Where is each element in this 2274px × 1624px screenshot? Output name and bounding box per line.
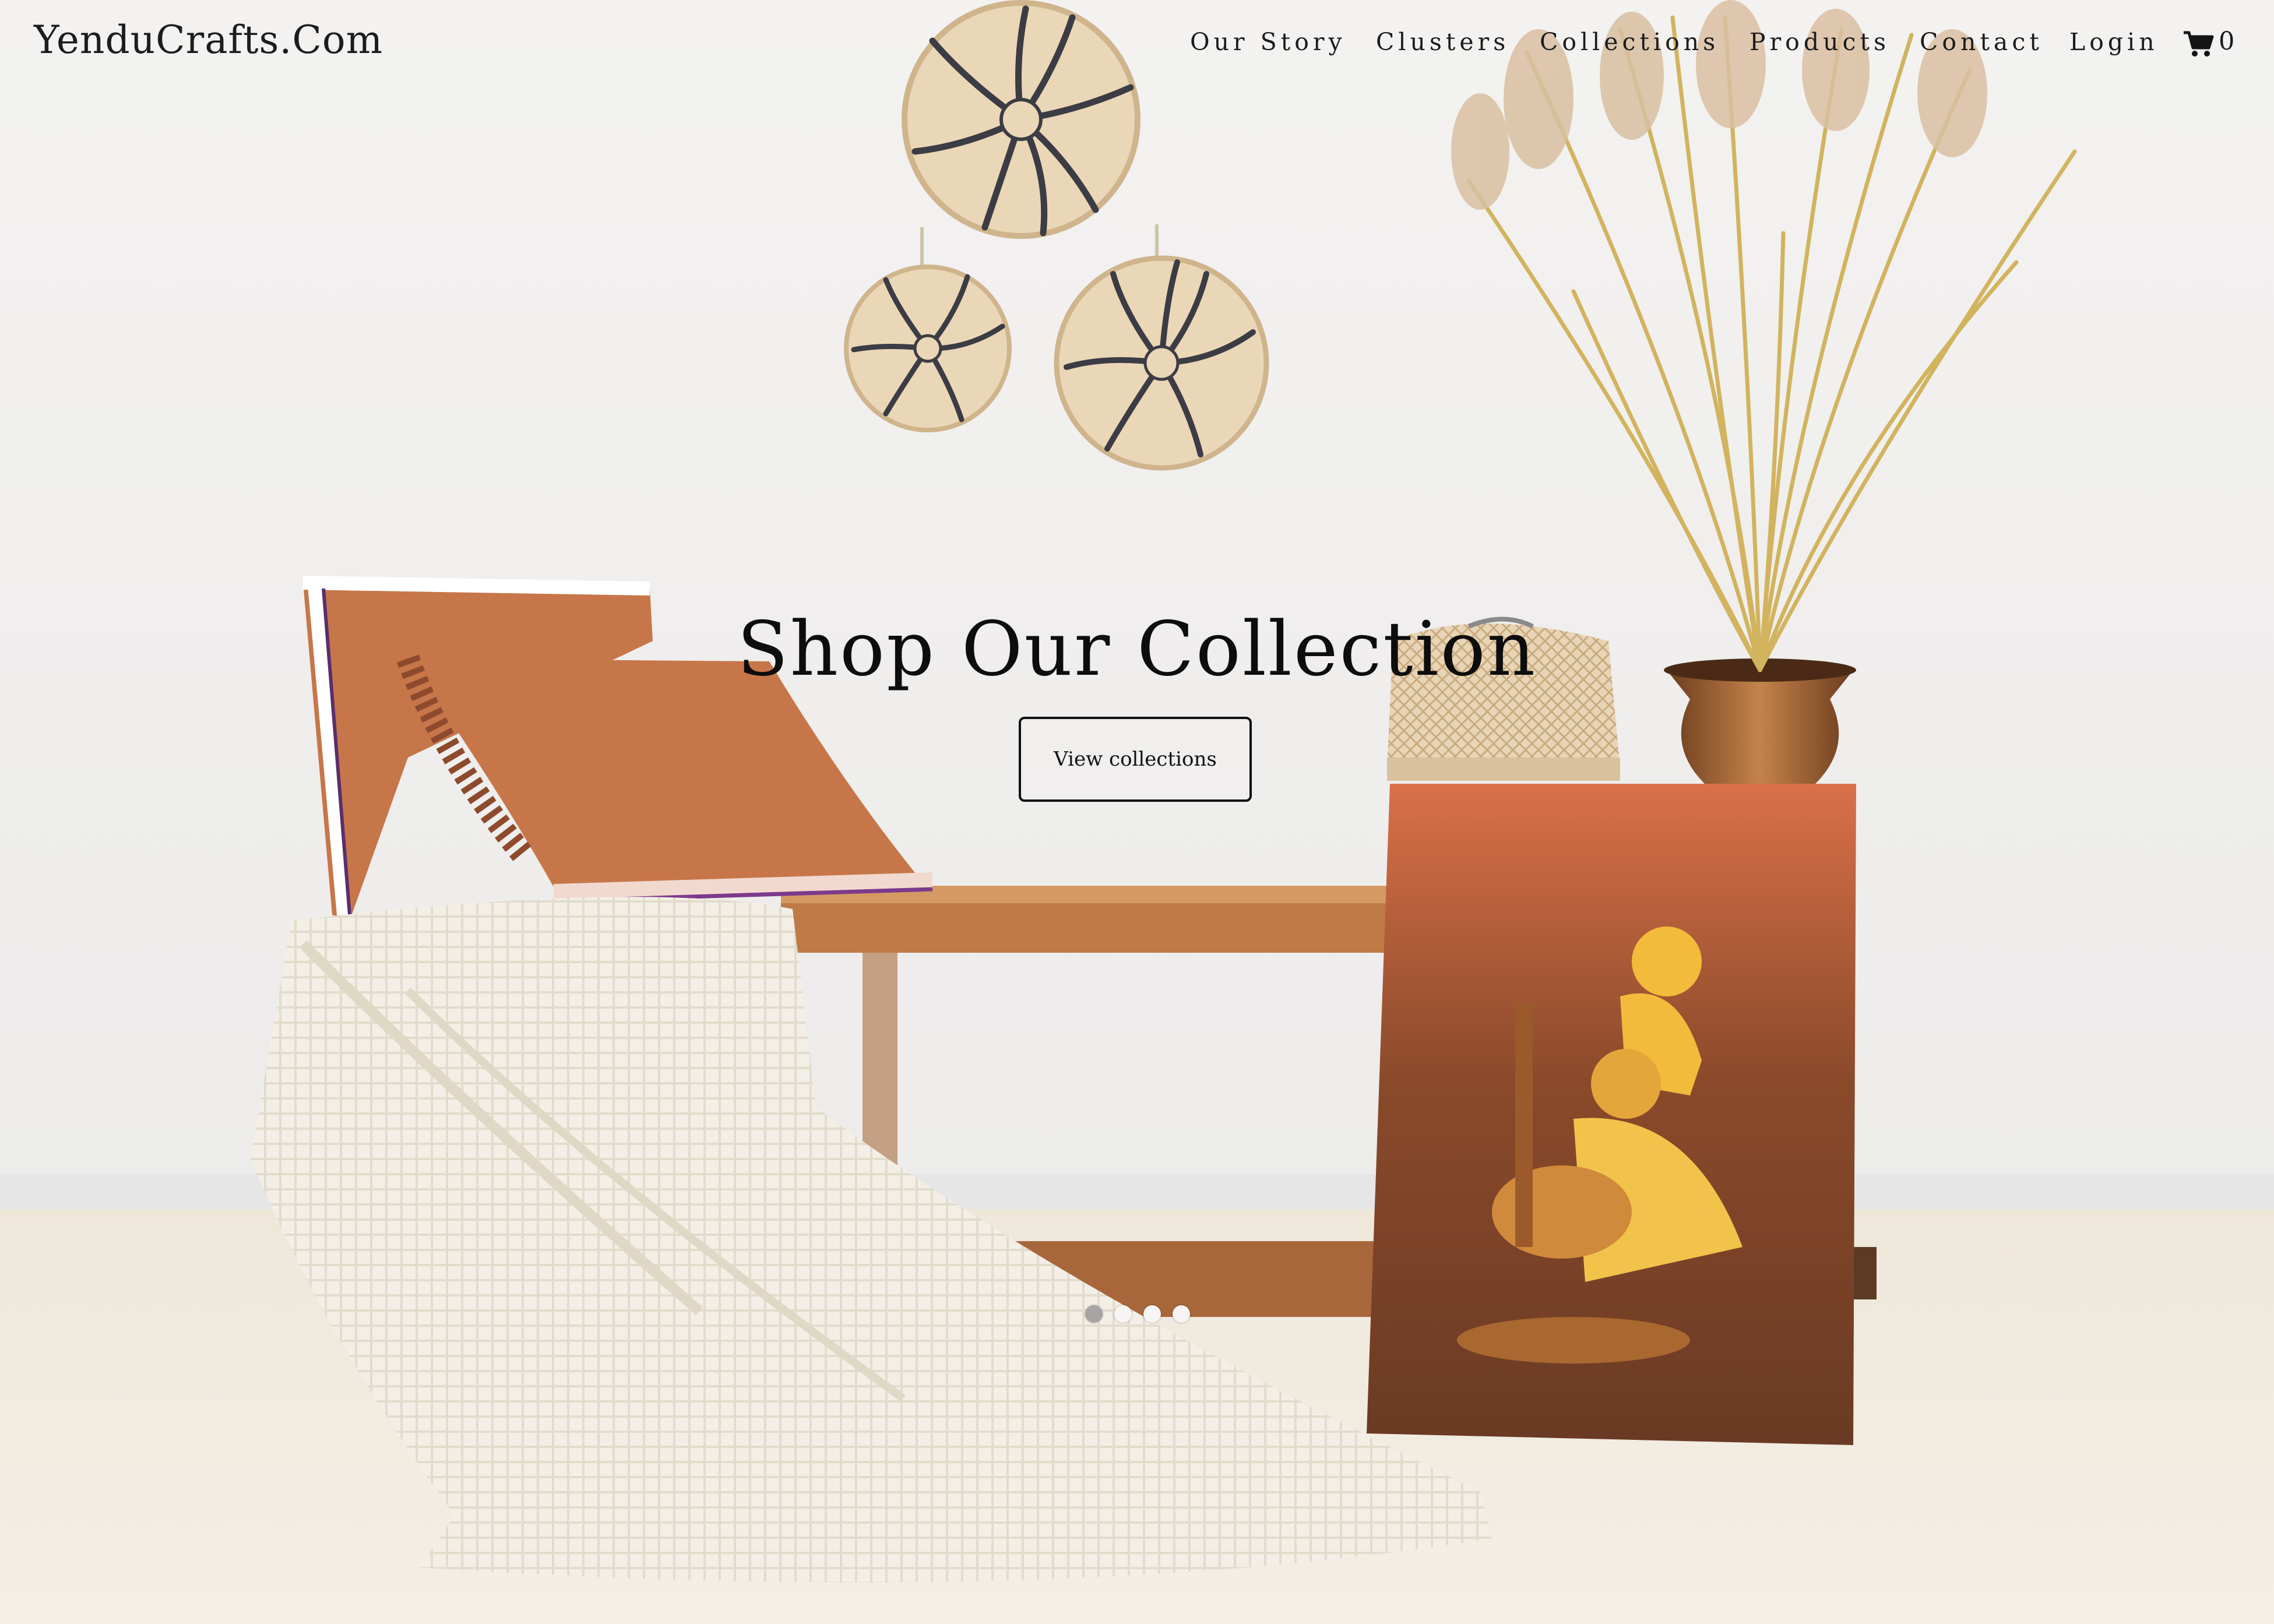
- carousel-dot-2[interactable]: [1114, 1305, 1132, 1323]
- nav-collections[interactable]: Collections: [1540, 28, 1719, 56]
- cart-icon: [2184, 31, 2214, 57]
- carousel-dot-3[interactable]: [1143, 1305, 1161, 1323]
- nav-products[interactable]: Products: [1749, 28, 1890, 56]
- hero-title: Shop Our Collection: [737, 606, 1537, 693]
- hero-background-image: [0, 0, 2274, 1624]
- nav-login[interactable]: Login: [2069, 28, 2159, 56]
- cart-count: 0: [2219, 27, 2237, 56]
- nav-our-story[interactable]: Our Story: [1190, 28, 1346, 56]
- hero-banner: YenduCrafts.Com Our Story Clusters Colle…: [0, 0, 2274, 1624]
- carousel-dot-4[interactable]: [1173, 1305, 1190, 1323]
- top-navigation: YenduCrafts.Com Our Story Clusters Colle…: [0, 0, 2274, 87]
- nav-contact[interactable]: Contact: [1920, 28, 2043, 56]
- nav-clusters[interactable]: Clusters: [1376, 28, 1509, 56]
- site-logo[interactable]: YenduCrafts.Com: [34, 17, 383, 62]
- carousel-dot-1[interactable]: [1085, 1305, 1103, 1323]
- carousel-indicators: [1085, 1305, 1190, 1326]
- view-collections-button[interactable]: View collections: [1019, 717, 1252, 802]
- carved-art-board: [1367, 784, 1856, 1445]
